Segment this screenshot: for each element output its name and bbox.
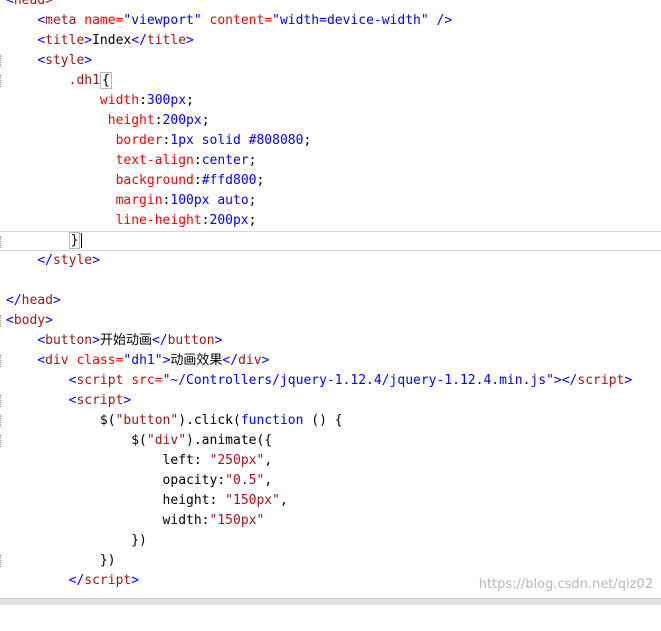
brace-highlight: } [68,232,81,249]
gutter-marker [0,55,3,67]
code-line: <head> [6,0,53,8]
code-line: line-height:200px; [115,213,257,228]
code-line: background:#ffd800; [115,173,265,188]
text-cursor [81,233,83,248]
gutter-marker [0,415,3,427]
code-line: height: "150px", [162,493,288,508]
gutter-marker [0,435,3,447]
code-line: opacity:"0.5", [162,473,273,488]
current-code-line: } [0,231,661,251]
gutter-marker [0,355,3,367]
code-line: $("div").animate({ [0,431,661,451]
code-line: </style> [37,253,100,268]
code-line: border:1px solid #808080; [115,133,312,148]
code-line: <button>开始动画</button> [37,333,223,348]
code-editor[interactable]: <head> <meta name="viewport" content="wi… [0,0,661,598]
brace-highlight: { [99,72,112,89]
code-line: $("button").click(function () { [0,411,661,431]
code-line: margin:100px auto; [115,193,257,208]
code-line: }) [131,533,147,548]
gutter-marker [0,555,3,567]
code-line: .dh1{ [0,71,661,91]
code-line: <body> [0,311,661,331]
code-line: <script src="~/Controllers/jquery-1.12.4… [68,373,633,388]
gutter-marker [0,75,3,87]
horizontal-scrollbar[interactable] [0,598,661,605]
watermark: https://blog.csdn.net/qiz02 [478,577,653,592]
code-line: <meta name="viewport" content="width=dev… [37,13,453,28]
gutter-marker [0,236,3,248]
code-line: width:300px; [99,93,194,108]
code-line: height:200px; [107,113,210,128]
code-line: text-align:center; [115,153,257,168]
code-line: left: "250px", [162,453,273,468]
code-line: }) [0,551,661,571]
code-line: <title>Index</title> [37,33,194,48]
code-line: </head> [6,293,61,308]
gutter-marker [0,395,3,407]
code-line: <script> [0,391,661,411]
code-line: width:"150px" [162,513,265,528]
code-line: <style> [0,51,661,71]
code-line: <div class="dh1">动画效果</div> [0,351,661,371]
gutter-marker [0,315,3,327]
